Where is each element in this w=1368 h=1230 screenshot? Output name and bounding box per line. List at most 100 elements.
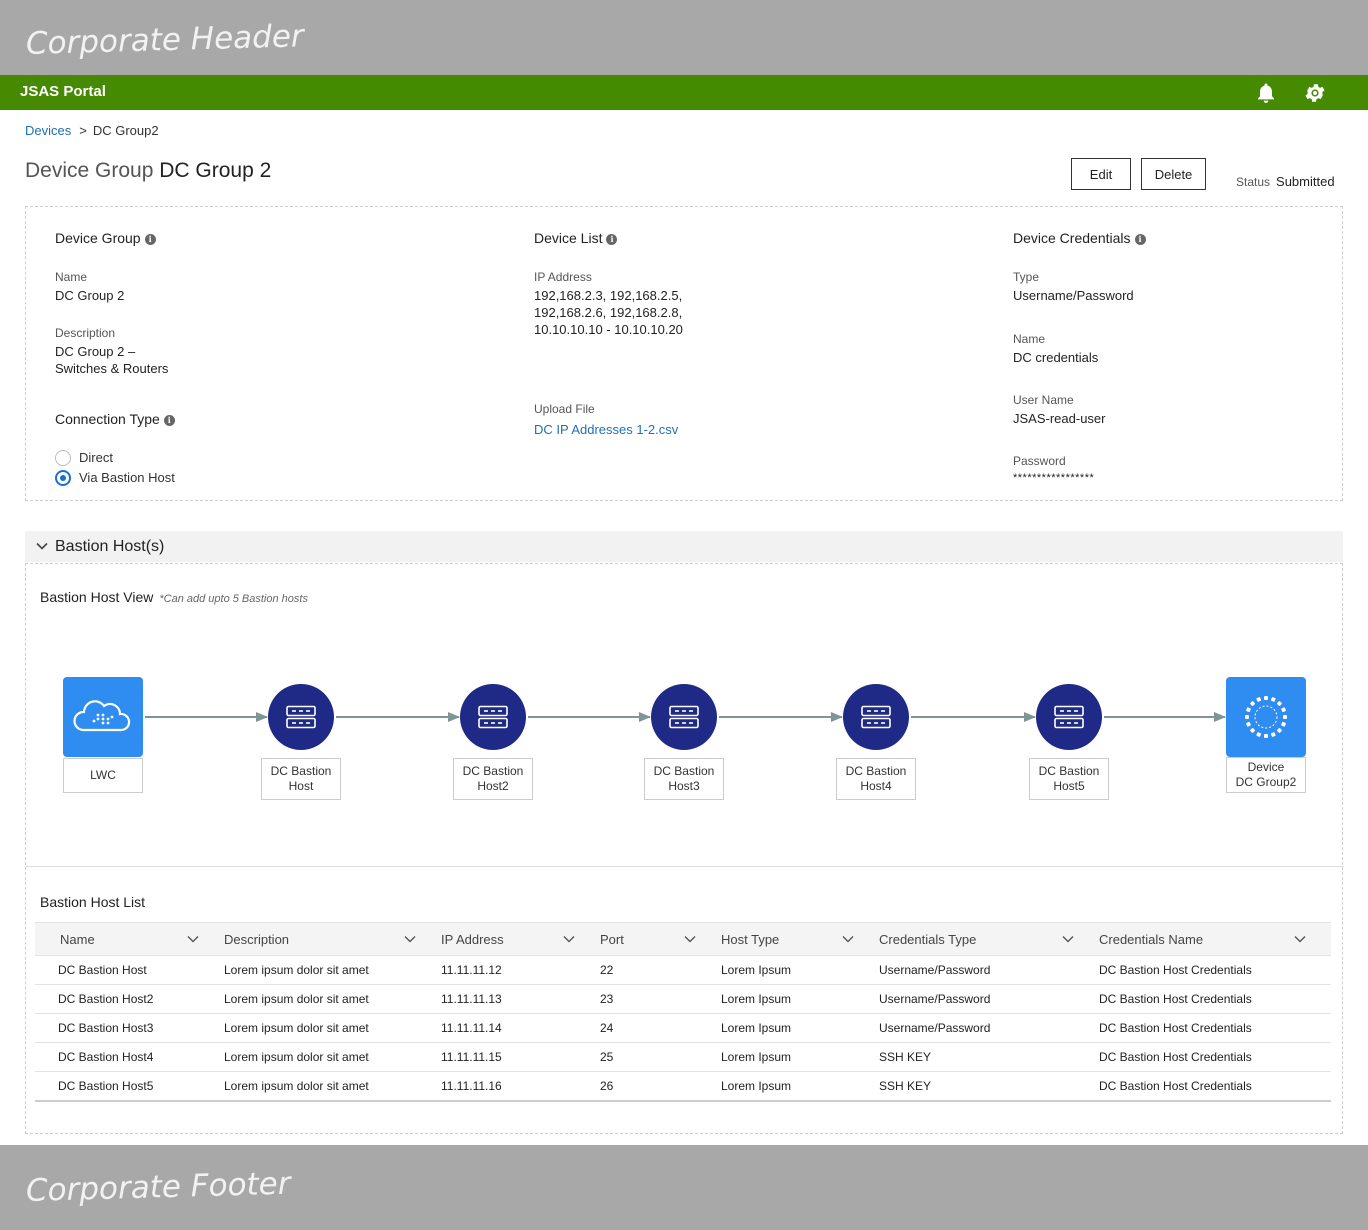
- bastion-hosts-section-title: Bastion Host(s): [55, 538, 165, 555]
- server-icon[interactable]: [460, 684, 526, 750]
- table-cell: Lorem Ipsum: [721, 955, 879, 985]
- node-label: LWC: [63, 758, 143, 793]
- info-icon[interactable]: i: [144, 234, 156, 245]
- node-label-line1: LWC: [90, 768, 116, 782]
- corporate-header-text: Corporate Header: [25, 18, 305, 62]
- server-icon[interactable]: [1036, 684, 1102, 750]
- chevron-down-icon[interactable]: [35, 539, 49, 553]
- sort-chevron-icon[interactable]: [684, 935, 696, 943]
- credentials-name-label: Name: [1013, 332, 1046, 346]
- connection-type-title-text: Connection Type: [55, 411, 160, 427]
- ip-address-line3: 10.10.10.10 - 10.10.10.20: [534, 322, 683, 337]
- breadcrumb: Devices > DC Group2: [25, 123, 159, 138]
- table-cell: Username/Password: [879, 955, 1099, 985]
- node-label: DC Bastion Host: [261, 758, 341, 800]
- page-title-name: DC Group 2: [159, 159, 272, 182]
- cloud-icon[interactable]: [63, 677, 143, 757]
- device-group-icon[interactable]: [1226, 677, 1306, 757]
- table-body: DC Bastion Host Lorem ipsum dolor sit ame…: [35, 955, 1331, 1102]
- server-icon[interactable]: [651, 684, 717, 750]
- table-cell: 11.11.11.16: [441, 1071, 600, 1102]
- table-cell: DC Bastion Host Credentials: [1099, 955, 1331, 985]
- column-header-label: Host Type: [721, 931, 780, 947]
- server-icon[interactable]: [268, 684, 334, 750]
- radio-via-bastion-host-circle[interactable]: [55, 470, 71, 486]
- node-label-line1: DC Bastion: [462, 764, 524, 778]
- info-icon[interactable]: i: [1134, 234, 1146, 245]
- column-header-label: Credentials Type: [879, 931, 977, 947]
- node-label-text: DC Bastion Host3: [654, 764, 715, 794]
- sort-chevron-icon[interactable]: [187, 935, 199, 943]
- table-cell: Lorem Ipsum: [721, 984, 879, 1014]
- column-header-2[interactable]: IP Address: [441, 922, 600, 956]
- node-label-line1: Device: [1247, 760, 1285, 774]
- status-label: Status: [1236, 175, 1271, 189]
- node-label-text: LWC: [90, 768, 116, 783]
- table-cell: Lorem ipsum dolor sit amet: [224, 955, 441, 985]
- column-header-5[interactable]: Credentials Type: [879, 922, 1099, 956]
- table-cell: 23: [600, 984, 721, 1014]
- table-row[interactable]: DC Bastion Host Lorem ipsum dolor sit ame…: [35, 955, 1331, 985]
- breadcrumb-devices-link[interactable]: Devices: [25, 123, 71, 138]
- table-cell: SSH KEY: [879, 1042, 1099, 1072]
- edit-button[interactable]: Edit: [1071, 158, 1131, 190]
- column-header-4[interactable]: Host Type: [721, 922, 879, 956]
- table-row[interactable]: DC Bastion Host3 Lorem ipsum dolor sit am…: [35, 1013, 1331, 1043]
- table-row[interactable]: DC Bastion Host4 Lorem ipsum dolor sit am…: [35, 1042, 1331, 1072]
- breadcrumb-current: DC Group2: [92, 123, 159, 138]
- upload-file-link[interactable]: DC IP Addresses 1-2.csv: [534, 421, 678, 438]
- gear-icon[interactable]: [1303, 81, 1327, 105]
- column-header-label: Description: [224, 931, 290, 947]
- table-cell: Lorem ipsum dolor sit amet: [224, 1071, 441, 1102]
- corporate-footer-text: Corporate Footer: [25, 1165, 291, 1209]
- bastion-host-diagram: LWC DC Bastion Host DC Bastion Host2 DC Basti…: [26, 564, 1344, 864]
- page-title-prefix: Device Group: [25, 159, 154, 182]
- info-icon[interactable]: i: [606, 234, 618, 245]
- ip-address-line2: 192,168.2.6, 192,168.2.8,: [534, 305, 683, 320]
- column-header-0[interactable]: Name: [35, 922, 224, 956]
- sort-chevron-icon[interactable]: [1062, 935, 1074, 943]
- column-header-3[interactable]: Port: [600, 922, 721, 956]
- node-label-line2: DC Group2: [1235, 775, 1297, 789]
- sort-chevron-icon[interactable]: [1294, 935, 1306, 943]
- upload-file-label: Upload File: [534, 402, 595, 416]
- table-cell: DC Bastion Host5: [35, 1071, 224, 1102]
- app-bar: JSAS Portal: [0, 75, 1368, 110]
- node-label-line1: DC Bastion: [270, 764, 332, 778]
- table-row[interactable]: DC Bastion Host2 Lorem ipsum dolor sit am…: [35, 984, 1331, 1014]
- radio-via-bastion-host-label: Via Bastion Host: [79, 470, 175, 485]
- node-label-text: DC Bastion Host2: [463, 764, 524, 794]
- sort-chevron-icon[interactable]: [842, 935, 854, 943]
- bell-icon[interactable]: [1254, 81, 1278, 105]
- column-header-6[interactable]: Credentials Name: [1099, 922, 1331, 956]
- radio-direct-circle[interactable]: [55, 450, 71, 466]
- table-cell: Lorem ipsum dolor sit amet: [224, 1013, 441, 1043]
- device-group-name-value: DC Group 2: [55, 288, 125, 303]
- credentials-password-value: *****************: [1013, 472, 1095, 484]
- server-icon[interactable]: [843, 684, 909, 750]
- info-icon[interactable]: i: [163, 415, 175, 426]
- bastion-hosts-section-header[interactable]: Bastion Host(s): [25, 531, 1343, 562]
- bastion-host-list-title: Bastion Host List: [40, 894, 146, 910]
- table-cell: Lorem ipsum dolor sit amet: [224, 984, 441, 1014]
- node-label: Device DC Group2: [1226, 757, 1306, 793]
- credentials-type-label: Type: [1013, 270, 1040, 284]
- node-label-line1: DC Bastion: [845, 764, 907, 778]
- table-cell: 25: [600, 1042, 721, 1072]
- status-value: Submitted: [1276, 174, 1335, 189]
- sort-chevron-icon[interactable]: [404, 935, 416, 943]
- node-label-text: Device DC Group2: [1236, 760, 1297, 790]
- node-label-text: DC Bastion Host: [271, 764, 332, 794]
- table-cell: DC Bastion Host Credentials: [1099, 1071, 1331, 1102]
- connection-type-title: Connection Type i: [55, 411, 175, 427]
- app-title[interactable]: JSAS Portal: [20, 83, 106, 100]
- column-header-label: Credentials Name: [1099, 931, 1204, 947]
- delete-button[interactable]: Delete: [1141, 158, 1206, 190]
- node-label-text: DC Bastion Host5: [1039, 764, 1100, 794]
- table-cell: DC Bastion Host4: [35, 1042, 224, 1072]
- table-row[interactable]: DC Bastion Host5 Lorem ipsum dolor sit am…: [35, 1071, 1331, 1102]
- table-cell: Lorem Ipsum: [721, 1013, 879, 1043]
- sort-chevron-icon[interactable]: [563, 935, 575, 943]
- page-title: Device Group DC Group 2: [25, 159, 271, 183]
- column-header-1[interactable]: Description: [224, 922, 441, 956]
